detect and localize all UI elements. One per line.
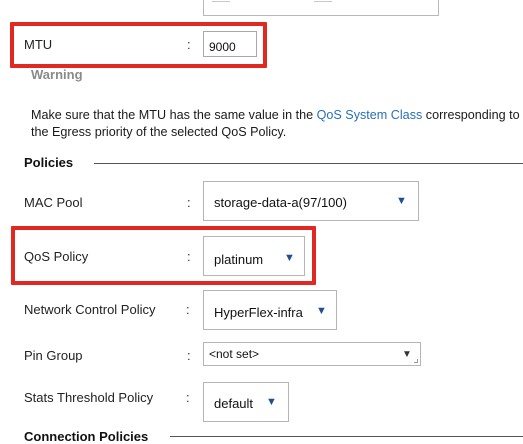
chevron-down-icon: ▼ bbox=[316, 305, 327, 317]
resize-grip-icon bbox=[414, 359, 418, 363]
pin-group-label: Pin Group bbox=[24, 348, 83, 363]
mac-pool-dropdown[interactable]: storage-data-a(97/100) ▼ bbox=[203, 181, 419, 221]
chevron-down-icon: ▼ bbox=[402, 349, 412, 360]
field-hint bbox=[314, 1, 332, 2]
stats-threshold-policy-dropdown[interactable]: default ▼ bbox=[203, 382, 289, 422]
mac-pool-value: storage-data-a(97/100) bbox=[214, 195, 347, 210]
field-hint bbox=[212, 1, 230, 2]
stats-threshold-policy-label: Stats Threshold Policy bbox=[24, 390, 154, 405]
pin-group-select[interactable]: <not set> ▼ bbox=[203, 342, 421, 366]
mac-pool-label: MAC Pool bbox=[24, 195, 83, 210]
top-partial-field[interactable] bbox=[203, 0, 439, 16]
pin-group-colon: : bbox=[187, 348, 191, 363]
qos-system-class-link[interactable]: QoS System Class bbox=[317, 108, 423, 122]
connection-policies-section-title: Connection Policies bbox=[24, 429, 149, 444]
chevron-down-icon: ▼ bbox=[266, 396, 277, 408]
qos-policy-highlight-box bbox=[11, 226, 316, 285]
warning-text: Make sure that the MTU has the same valu… bbox=[31, 107, 521, 141]
mac-pool-colon: : bbox=[187, 195, 191, 210]
network-control-policy-value: HyperFlex-infra bbox=[214, 305, 303, 320]
stats-threshold-policy-colon: : bbox=[186, 390, 190, 405]
mtu-highlight-box bbox=[10, 22, 267, 68]
network-control-policy-label: Network Control Policy bbox=[24, 302, 156, 317]
network-control-policy-colon: : bbox=[186, 302, 190, 317]
warning-text-before: Make sure that the MTU has the same valu… bbox=[31, 108, 317, 122]
stats-threshold-policy-value: default bbox=[214, 396, 254, 411]
network-control-policy-dropdown[interactable]: HyperFlex-infra ▼ bbox=[203, 290, 337, 330]
policies-section-title: Policies bbox=[24, 155, 74, 170]
chevron-down-icon: ▼ bbox=[396, 195, 407, 207]
connection-policies-section-divider bbox=[170, 436, 523, 437]
policies-section-divider bbox=[94, 163, 523, 164]
warning-title: Warning bbox=[31, 67, 83, 82]
pin-group-value: <not set> bbox=[209, 347, 260, 361]
